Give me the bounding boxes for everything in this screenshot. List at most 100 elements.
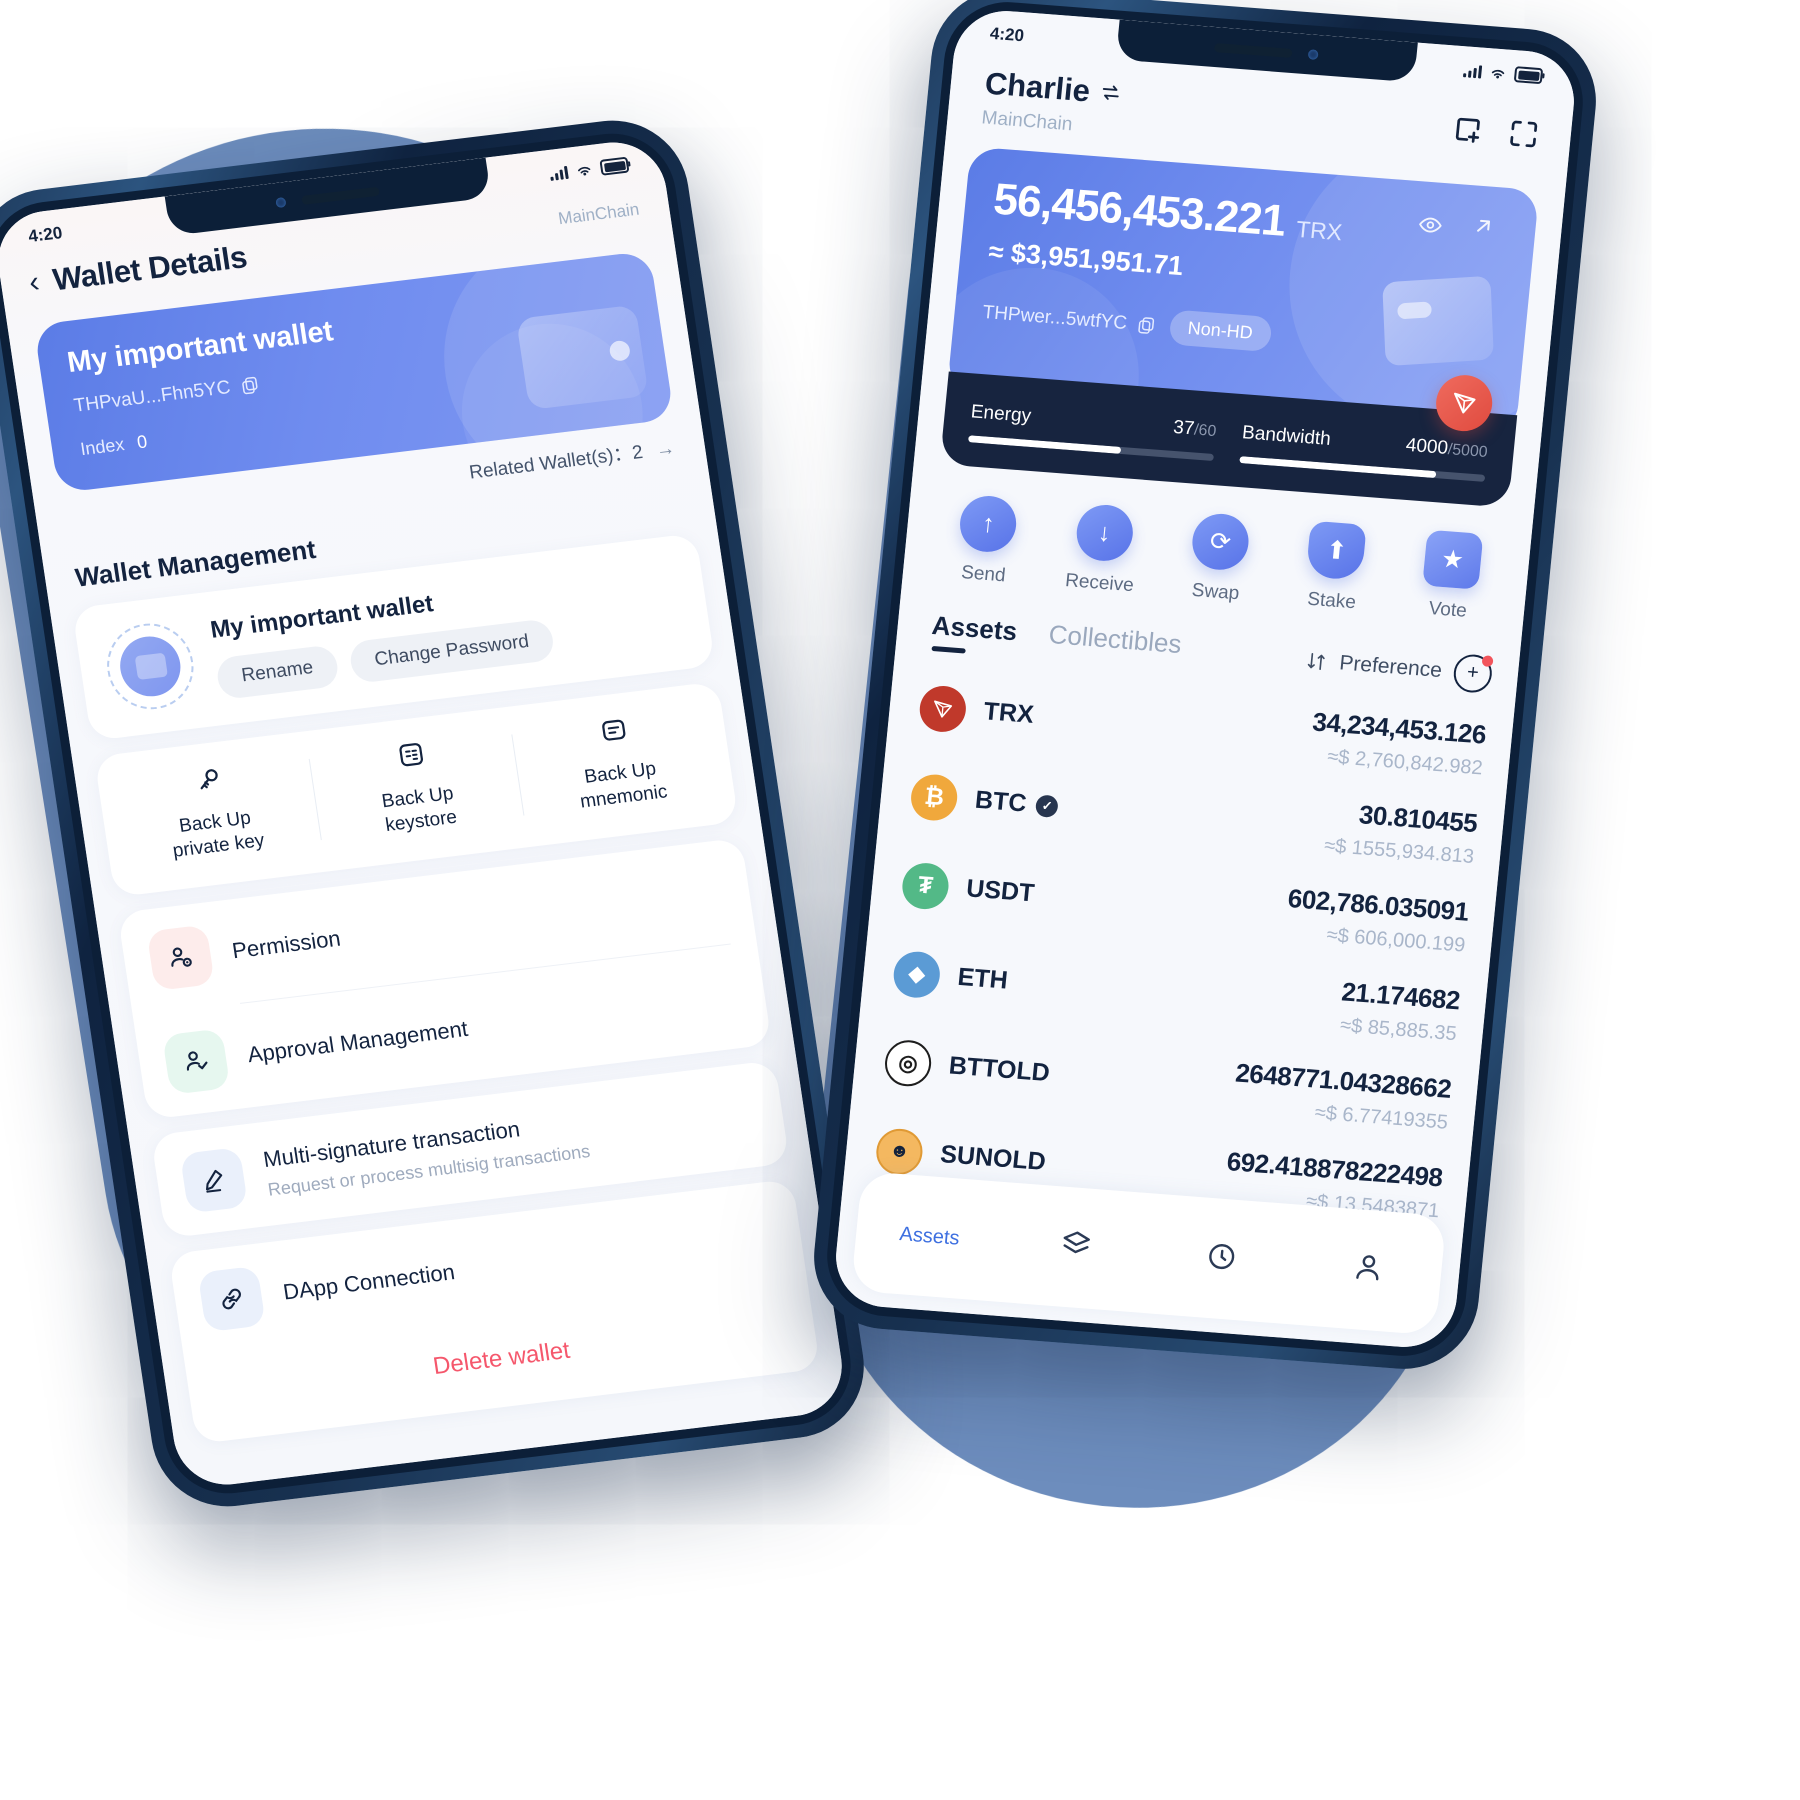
wallet-3d-illustration: [515, 304, 649, 411]
backup-private-key-label: Back Up private key: [171, 807, 265, 861]
back-button[interactable]: ‹: [27, 265, 42, 299]
action-stake[interactable]: ⬆ Stake: [1272, 518, 1397, 617]
permission-icon: [146, 923, 215, 991]
profile-icon: [1355, 1254, 1379, 1280]
layers-icon: [1063, 1230, 1090, 1253]
chain-label: MainChain: [556, 199, 641, 229]
action-label: Send: [960, 562, 1007, 587]
resource-used: 4000: [1404, 434, 1450, 459]
copy-icon[interactable]: [1135, 314, 1157, 335]
nav-explore[interactable]: [1147, 1233, 1297, 1285]
action-label: Receive: [1064, 570, 1135, 597]
phone-mockup-left: 4:20 ‹ Wallet Details MainChain My impor…: [0, 112, 874, 1515]
header-actions: [1449, 101, 1543, 152]
copy-icon[interactable]: [239, 374, 262, 396]
wifi-icon: [577, 166, 591, 175]
menu-item-title: DApp Connection: [281, 1258, 457, 1305]
asset-symbol: ETH: [956, 962, 1009, 995]
asset-values: 602,786.035091 ≈$ 606,000.199: [1284, 883, 1470, 958]
resource-value: 4000/5000: [1405, 435, 1489, 463]
menu-item-text: DApp Connection: [281, 1259, 456, 1305]
resource-total: /5000: [1447, 441, 1489, 462]
action-vote[interactable]: ★ Vote: [1389, 527, 1514, 626]
link-icon: [197, 1265, 266, 1332]
asset-amount: 34,234,453.126: [1311, 706, 1488, 750]
resource-energy[interactable]: Energy 37/60: [967, 401, 1218, 462]
asset-values: 34,234,453.126 ≈$ 2,760,842.982: [1308, 706, 1487, 780]
account-name-row[interactable]: Charlie: [983, 66, 1123, 112]
shield-icon: ⬆: [1305, 520, 1368, 581]
battery-icon: [599, 156, 630, 176]
status-indicators: [1463, 62, 1544, 85]
scan-icon[interactable]: [1505, 116, 1542, 152]
backup-private-key-button[interactable]: Back Up private key: [105, 753, 321, 870]
asset-values: 30.810455 ≈$ 1555,934.813: [1323, 797, 1479, 869]
add-wallet-icon[interactable]: [1449, 111, 1486, 147]
btc-token-icon: ₿: [909, 772, 960, 822]
menu-item-title: Approval Management: [245, 1015, 470, 1067]
hd-badge: Non-HD: [1168, 309, 1273, 353]
asset-amount: 30.810455: [1357, 799, 1479, 839]
signal-icon: [1463, 64, 1483, 79]
asset-fiat: ≈$ 2,760,842.982: [1326, 745, 1484, 780]
verified-badge-icon: ✓: [1035, 793, 1060, 818]
wallet-avatar[interactable]: [101, 618, 200, 715]
approval-icon: [161, 1027, 231, 1095]
mnemonic-icon: [516, 705, 711, 760]
resource-used: 37: [1172, 416, 1196, 440]
rename-button[interactable]: Rename: [214, 644, 341, 701]
nav-assets[interactable]: Assets: [855, 1219, 1003, 1253]
eye-icon[interactable]: [1415, 211, 1444, 246]
nav-profile[interactable]: [1293, 1244, 1443, 1296]
wallet-home-screen: 4:20 Charlie MainChain 56,456,453.221 TR…: [831, 7, 1579, 1351]
action-send[interactable]: ↑ Send: [924, 492, 1049, 591]
phone-screen-right: 4:20 Charlie MainChain 56,456,453.221 TR…: [831, 7, 1579, 1351]
sort-icon[interactable]: [1305, 649, 1329, 673]
key-icon: [111, 754, 306, 809]
asset-symbol: SUNOLD: [939, 1140, 1048, 1177]
signal-icon: [549, 165, 569, 181]
asset-amount: 602,786.035091: [1286, 883, 1470, 927]
resource-bandwidth[interactable]: Bandwidth 4000/5000: [1239, 422, 1488, 482]
index-label: Index: [78, 434, 126, 460]
index-value: 0: [135, 431, 149, 453]
asset-symbol: BTTOLD: [947, 1051, 1052, 1088]
account-name: Charlie: [983, 65, 1092, 109]
nav-layers[interactable]: [1001, 1222, 1151, 1274]
backup-keystore-button[interactable]: Back Up keystore: [308, 729, 524, 846]
change-password-button[interactable]: Change Password: [347, 618, 556, 685]
asset-symbol: TRX: [982, 697, 1036, 729]
action-swap[interactable]: ⟳ Swap: [1156, 509, 1281, 608]
trx-token-icon: [917, 683, 969, 734]
explore-icon: [1209, 1243, 1235, 1269]
asset-values: 2648771.04328662 ≈$ 6.77419355: [1231, 1057, 1452, 1134]
asset-amount: 21.174682: [1340, 976, 1462, 1016]
switch-arrows-icon[interactable]: [1099, 81, 1123, 105]
add-token-icon[interactable]: +: [1452, 652, 1494, 694]
resource-label: Bandwidth: [1241, 422, 1332, 450]
asset-list: TRX 34,234,453.126 ≈$ 2,760,842.982 ₿ BT…: [842, 650, 1515, 1239]
wallet-details-screen: 4:20 ‹ Wallet Details MainChain My impor…: [0, 136, 849, 1491]
ticket-icon: ★: [1421, 529, 1484, 590]
nav-assets-label: Assets: [898, 1222, 961, 1250]
action-label: Swap: [1190, 579, 1241, 605]
asset-fiat: ≈$ 606,000.199: [1325, 924, 1467, 957]
arrow-up-right-icon[interactable]: [1470, 213, 1497, 246]
account-block[interactable]: Charlie MainChain: [981, 66, 1124, 140]
action-receive[interactable]: ↓ Receive: [1040, 501, 1165, 600]
resource-total: /60: [1193, 421, 1218, 441]
arrow-down-icon: ↓: [1073, 502, 1136, 563]
status-time: 4:20: [989, 23, 1025, 46]
backup-mnemonic-button[interactable]: Back Up mnemonic: [510, 704, 726, 821]
tab-assets[interactable]: Assets: [929, 610, 1019, 659]
asset-fiat: ≈$ 85,885.35: [1339, 1014, 1458, 1046]
phone-mockup-right: 4:20 Charlie MainChain 56,456,453.221 TR…: [807, 0, 1603, 1375]
asset-symbol-block: BTC ✓: [974, 786, 1060, 821]
resource-label: Energy: [969, 401, 1033, 427]
asset-symbol: USDT: [965, 874, 1036, 908]
balance-amount: 56,456,453.221: [991, 174, 1288, 246]
sunold-token-icon: ☻: [874, 1126, 925, 1176]
bttold-token-icon: ◎: [882, 1038, 934, 1088]
preference-label[interactable]: Preference: [1338, 651, 1443, 683]
wifi-icon: [1491, 69, 1505, 78]
